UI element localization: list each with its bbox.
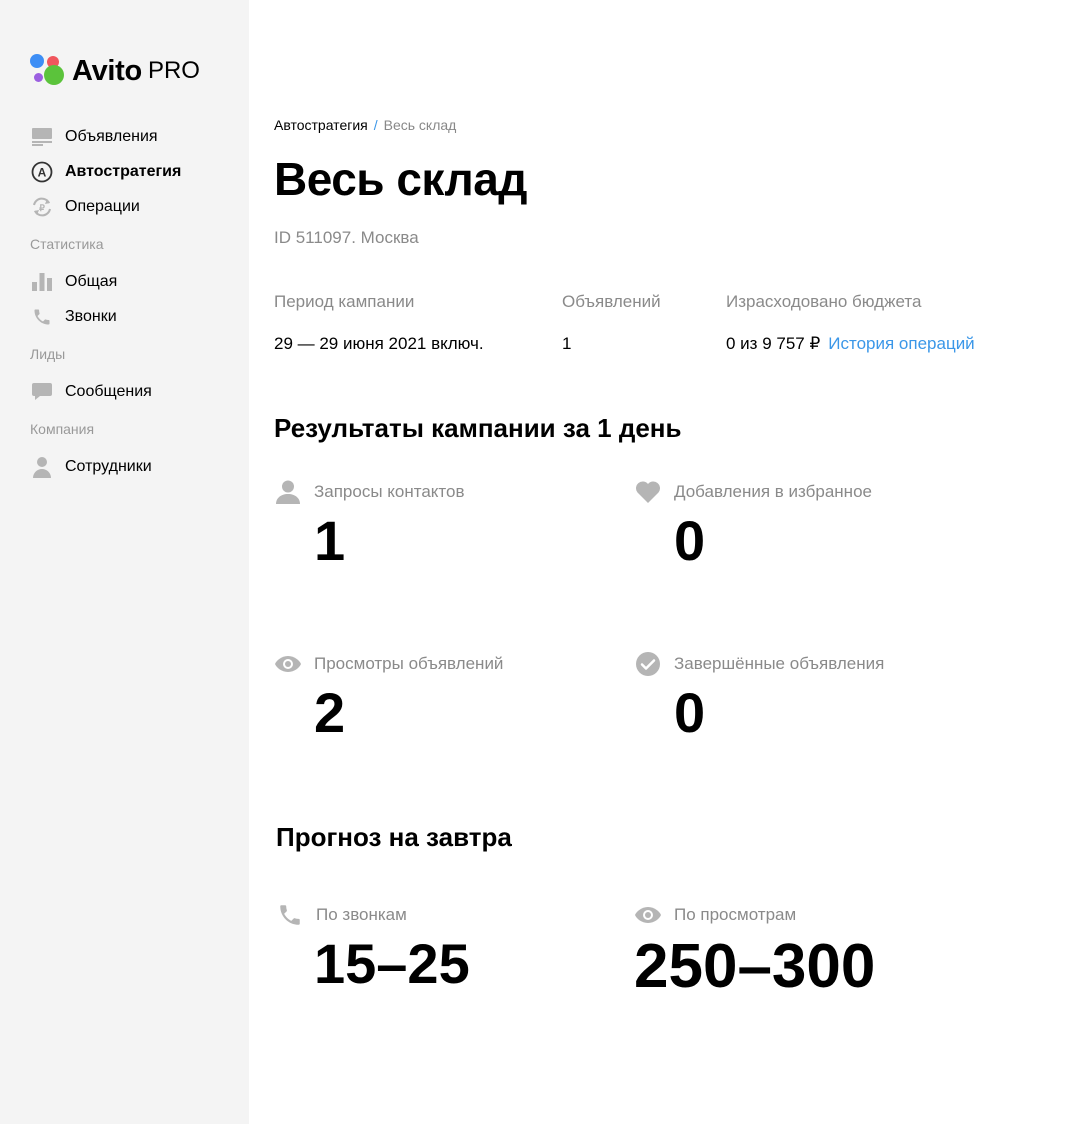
campaign-id-location: ID 511097. Москва — [274, 228, 419, 247]
phone-icon — [276, 903, 304, 927]
heart-icon — [634, 480, 662, 504]
eye-icon — [274, 652, 302, 676]
forecast-title: Прогноз на завтра — [276, 822, 512, 852]
period-value: 29 — 29 июня 2021 включ. — [274, 334, 484, 353]
breadcrumb: Автостратегия / Весь склад — [274, 117, 456, 133]
sidebar-item-calls[interactable]: Звонки — [30, 299, 240, 334]
budget-row: 0 из 9 757 ₽ История операций — [726, 334, 975, 354]
forecast-calls: По звонкам 15–25 — [276, 903, 470, 995]
results-title: Результаты кампании за 1 день — [274, 413, 682, 443]
eye-icon — [634, 903, 662, 927]
sidebar-item-label: Сообщения — [65, 382, 152, 400]
sidebar-item-operations[interactable]: ₽ Операции — [30, 189, 240, 224]
phone-icon — [30, 306, 54, 328]
stat-label: Добавления в избранное — [674, 482, 872, 501]
page-title: Весь склад — [274, 153, 528, 205]
stat-favorites: Добавления в избранное 0 — [634, 480, 872, 572]
autostrategy-icon: A — [30, 161, 54, 183]
stat-label: По звонкам — [316, 905, 407, 924]
stat-value: 0 — [674, 509, 706, 572]
check-circle-icon — [634, 652, 662, 676]
ads-count-value: 1 — [562, 334, 572, 353]
budget-label: Израсходовано бюджета — [726, 292, 922, 311]
stat-value: 0 — [674, 681, 706, 744]
sidebar-item-label: Общая — [65, 272, 118, 290]
svg-text:₽: ₽ — [39, 203, 45, 213]
breadcrumb-root-link[interactable]: Автостратегия — [274, 117, 368, 133]
sidebar-item-employees[interactable]: Сотрудники — [30, 449, 240, 484]
operations-icon: ₽ — [30, 196, 54, 218]
sidebar-section-title: Статистика — [30, 236, 104, 252]
user-icon — [30, 456, 54, 478]
period-label: Период кампании — [274, 292, 415, 311]
sidebar-section-title: Лиды — [30, 346, 66, 362]
stat-value: 250–300 — [634, 932, 876, 1001]
ads-icon — [30, 126, 54, 148]
sidebar-item-autostrategy[interactable]: A Автостратегия — [30, 154, 240, 189]
breadcrumb-separator: / — [373, 117, 378, 133]
stat-value: 15–25 — [314, 932, 470, 995]
avito-pro-logo[interactable]: Avito PRO — [30, 54, 200, 88]
message-icon — [30, 381, 54, 403]
sidebar-item-ads[interactable]: Объявления — [30, 119, 240, 154]
user-icon — [274, 480, 302, 504]
bar-chart-icon — [30, 271, 54, 293]
breadcrumb-current: Весь склад — [383, 117, 457, 133]
stat-label: Завершённые объявления — [674, 654, 885, 673]
sidebar-nav: Объявления A Автостратегия ₽ Операции Ст… — [30, 119, 240, 484]
stat-completed-ads: Завершённые объявления 0 — [634, 652, 884, 744]
sidebar-item-label: Автостратегия — [65, 162, 182, 180]
sidebar-item-label: Звонки — [65, 307, 117, 325]
stat-label: Просмотры объявлений — [314, 654, 504, 673]
forecast-views: По просмотрам 250–300 — [634, 903, 875, 1001]
stat-label: По просмотрам — [674, 905, 797, 924]
logo-name: Avito — [72, 54, 142, 87]
sidebar-section-title: Компания — [30, 421, 95, 437]
stat-ad-views: Просмотры объявлений 2 — [274, 652, 503, 744]
svg-text:A: A — [38, 165, 47, 179]
history-link[interactable]: История операций — [828, 334, 974, 353]
sidebar-item-label: Сотрудники — [65, 457, 152, 475]
sidebar-item-label: Операции — [65, 197, 140, 215]
stat-label: Запросы контактов — [314, 482, 465, 501]
ads-count-label: Объявлений — [562, 292, 661, 311]
avito-logo-icon — [30, 54, 66, 88]
sidebar: Avito PRO Объявления A Автостратегия ₽ О… — [0, 0, 249, 1124]
sidebar-item-stats-general[interactable]: Общая — [30, 264, 240, 299]
sidebar-item-label: Объявления — [65, 127, 158, 145]
logo-suffix: PRO — [147, 57, 200, 84]
stat-contact-requests: Запросы контактов 1 — [274, 480, 465, 572]
budget-value: 0 из 9 757 ₽ — [726, 334, 821, 353]
sidebar-item-messages[interactable]: Сообщения — [30, 374, 240, 409]
stat-value: 1 — [314, 509, 346, 572]
stat-value: 2 — [314, 681, 346, 744]
